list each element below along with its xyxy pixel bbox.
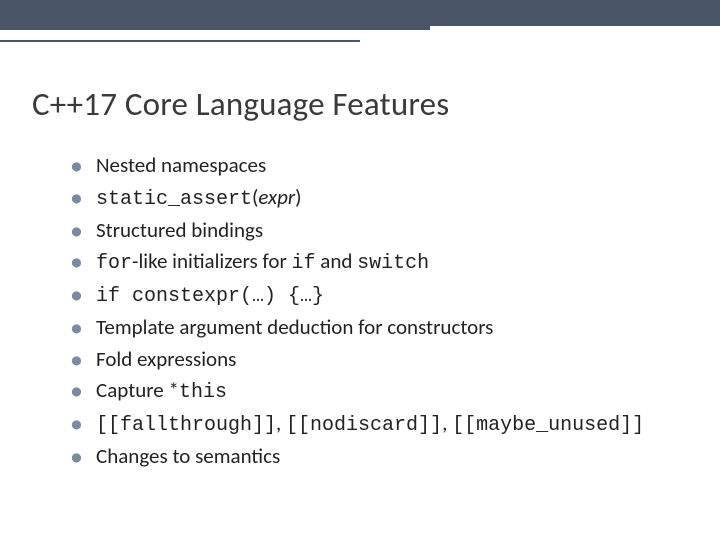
- list-item: • Fold expressions: [70, 344, 720, 376]
- list-item-text: Template argument deduction for construc…: [96, 312, 493, 344]
- header-rule-thick: [0, 26, 430, 30]
- list-item: • Nested namespaces: [70, 150, 720, 182]
- header-accent-band: [0, 0, 720, 26]
- header-rules: [0, 26, 720, 44]
- list-item-text: for-like initializers for if and switch: [96, 246, 429, 279]
- code-span: this: [179, 381, 227, 404]
- list-item: • static_assert(expr): [70, 182, 720, 215]
- list-item-text: Changes to semantics: [96, 441, 280, 473]
- list-item-text: Structured bindings: [96, 215, 263, 247]
- bullet-dot-icon: •: [70, 182, 96, 213]
- code-span: if: [292, 252, 316, 275]
- bullet-dot-icon: •: [70, 312, 96, 343]
- text-span: and: [316, 248, 358, 274]
- list-item-text: static_assert(expr): [96, 182, 301, 215]
- text-span: -like initializers for: [132, 248, 292, 274]
- list-item: • Template argument deduction for constr…: [70, 312, 720, 344]
- list-item-text: Capture *this: [96, 375, 227, 408]
- bullet-dot-icon: •: [70, 215, 96, 246]
- list-item: • if constexpr(…) {…}: [70, 279, 720, 312]
- code-span: if constexpr(…) {…}: [96, 285, 324, 308]
- code-span: [[nodiscard]]: [286, 414, 442, 437]
- text-span: ,: [442, 410, 452, 436]
- list-item-text: Fold expressions: [96, 344, 236, 376]
- list-item-text: [[fallthrough]], [[nodiscard]], [[maybe_…: [96, 408, 644, 441]
- text-span: ): [295, 184, 301, 210]
- list-item: • Changes to semantics: [70, 441, 720, 473]
- bullet-dot-icon: •: [70, 279, 96, 310]
- text-span: Capture *: [96, 377, 179, 403]
- code-span: for: [96, 252, 132, 275]
- bullet-dot-icon: •: [70, 375, 96, 406]
- bullet-dot-icon: •: [70, 344, 96, 375]
- code-span: [[fallthrough]]: [96, 414, 276, 437]
- param-span: expr: [258, 184, 295, 210]
- code-span: [[maybe_unused]]: [452, 414, 644, 437]
- header-rule-thin: [0, 40, 360, 42]
- text-span: ,: [276, 410, 286, 436]
- list-item: • Structured bindings: [70, 215, 720, 247]
- bullet-dot-icon: •: [70, 246, 96, 277]
- list-item: • Capture *this: [70, 375, 720, 408]
- list-item-text: if constexpr(…) {…}: [96, 279, 324, 312]
- bullet-dot-icon: •: [70, 408, 96, 439]
- list-item: • [[fallthrough]], [[nodiscard]], [[mayb…: [70, 408, 720, 441]
- code-span: static_assert: [96, 188, 252, 211]
- page-title: C++17 Core Language Features: [32, 84, 720, 124]
- list-item: • for-like initializers for if and switc…: [70, 246, 720, 279]
- bullet-dot-icon: •: [70, 441, 96, 472]
- list-item-text: Nested namespaces: [96, 150, 266, 182]
- bullet-dot-icon: •: [70, 150, 96, 181]
- code-span: switch: [357, 252, 429, 275]
- bullet-list: • Nested namespaces • static_assert(expr…: [70, 150, 720, 473]
